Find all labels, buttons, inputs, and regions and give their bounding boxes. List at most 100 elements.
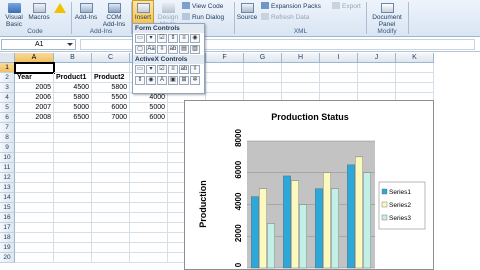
cell-d17[interactable] [130,223,168,233]
cell-d11[interactable] [130,163,168,173]
ax-combo-icon[interactable]: ▾ [146,65,156,74]
cell-k2[interactable] [396,73,434,83]
cell-k3[interactable] [396,83,434,93]
column-header-j[interactable]: J [358,53,396,63]
cell-c19[interactable] [92,243,130,253]
cell-d18[interactable] [130,233,168,243]
label-control-icon[interactable]: Aa [146,45,156,54]
cell-f3[interactable] [206,83,244,93]
cell-b6[interactable]: 6500 [54,113,92,123]
cell-c14[interactable] [92,193,130,203]
option-button-control-icon[interactable]: ◉ [190,34,200,43]
cell-a16[interactable] [15,213,54,223]
cell-i1[interactable] [320,63,358,73]
column-header-h[interactable]: H [282,53,320,63]
cell-j3[interactable] [358,83,396,93]
row-header-1[interactable]: 1 [0,63,15,73]
column-header-a[interactable]: A [15,53,54,63]
cell-a9[interactable] [15,143,54,153]
cell-a18[interactable] [15,233,54,243]
ax-label-icon[interactable]: A [157,76,167,85]
cell-i2[interactable] [320,73,358,83]
refresh-data-button[interactable]: Refresh Data [261,13,309,22]
cell-c1[interactable] [92,63,130,73]
export-button[interactable]: Export [332,2,361,11]
cell-b1[interactable] [54,63,92,73]
row-header-19[interactable]: 19 [0,243,15,253]
cell-a11[interactable] [15,163,54,173]
row-header-14[interactable]: 14 [0,193,15,203]
cell-b10[interactable] [54,153,92,163]
text-field-control-icon[interactable]: ab [168,45,178,54]
visual-basic-button[interactable]: Visual Basic [2,3,26,28]
view-code-button[interactable]: View Code [182,2,223,11]
cell-a13[interactable] [15,183,54,193]
cell-d8[interactable] [130,133,168,143]
source-button[interactable]: Source [236,3,258,21]
cell-d7[interactable] [130,123,168,133]
cell-h2[interactable] [282,73,320,83]
ax-toggle-icon[interactable]: ⊞ [179,76,189,85]
cell-a2[interactable]: Year [15,73,54,83]
cell-b17[interactable] [54,223,92,233]
combo-list-control-icon[interactable]: ▤ [179,45,189,54]
cell-b15[interactable] [54,203,92,213]
ax-spin-icon[interactable]: ⇕ [135,76,145,85]
list-box-control-icon[interactable]: ≡ [179,34,189,43]
bar-series2-3[interactable] [323,172,331,269]
ax-more-controls-icon[interactable]: ✲ [190,76,200,85]
cell-d12[interactable] [130,173,168,183]
cell-d15[interactable] [130,203,168,213]
name-box-dropdown-icon[interactable] [67,43,73,46]
name-box[interactable]: A1 [1,39,76,50]
column-header-g[interactable]: G [244,53,282,63]
bar-series2-1[interactable] [259,188,267,269]
bar-series2-2[interactable] [291,180,299,269]
group-box-control-icon[interactable]: ▢ [135,45,145,54]
row-header-10[interactable]: 10 [0,153,15,163]
cell-b20[interactable] [54,253,92,263]
combo-dropdown-control-icon[interactable]: ▥ [190,45,200,54]
cell-a14[interactable] [15,193,54,203]
cell-b16[interactable] [54,213,92,223]
cell-b12[interactable] [54,173,92,183]
cell-c12[interactable] [92,173,130,183]
bar-series1-3[interactable] [315,188,323,269]
cell-c16[interactable] [92,213,130,223]
cell-c4[interactable]: 5500 [92,93,130,103]
cell-b3[interactable]: 4500 [54,83,92,93]
cell-d5[interactable]: 5000 [130,103,168,113]
check-box-control-icon[interactable]: ☑ [157,34,167,43]
row-header-6[interactable]: 6 [0,113,15,123]
column-header-k[interactable]: K [396,53,434,63]
cell-d20[interactable] [130,253,168,263]
bar-series3-2[interactable] [299,204,307,269]
row-header-16[interactable]: 16 [0,213,15,223]
com-addins-button[interactable]: COM Add-Ins [100,3,128,28]
bar-series1-1[interactable] [251,196,259,269]
cell-a20[interactable] [15,253,54,263]
bar-series2-4[interactable] [355,156,363,269]
row-header-12[interactable]: 12 [0,173,15,183]
cell-a12[interactable] [15,173,54,183]
cell-d13[interactable] [130,183,168,193]
cell-c17[interactable] [92,223,130,233]
cell-b13[interactable] [54,183,92,193]
row-header-3[interactable]: 3 [0,83,15,93]
ax-checkbox-icon[interactable]: ☑ [157,65,167,74]
row-header-18[interactable]: 18 [0,233,15,243]
column-header-b[interactable]: B [54,53,92,63]
cell-a6[interactable]: 2008 [15,113,54,123]
cell-b9[interactable] [54,143,92,153]
row-header-20[interactable]: 20 [0,253,15,263]
button-control-icon[interactable]: ▭ [135,34,145,43]
row-header-2[interactable]: 2 [0,73,15,83]
cell-a3[interactable]: 2005 [15,83,54,93]
ax-option-icon[interactable]: ◉ [146,76,156,85]
cell-d19[interactable] [130,243,168,253]
row-header-5[interactable]: 5 [0,103,15,113]
cell-a4[interactable]: 2006 [15,93,54,103]
cell-c5[interactable]: 6000 [92,103,130,113]
select-all-corner[interactable] [0,53,15,63]
cell-c7[interactable] [92,123,130,133]
